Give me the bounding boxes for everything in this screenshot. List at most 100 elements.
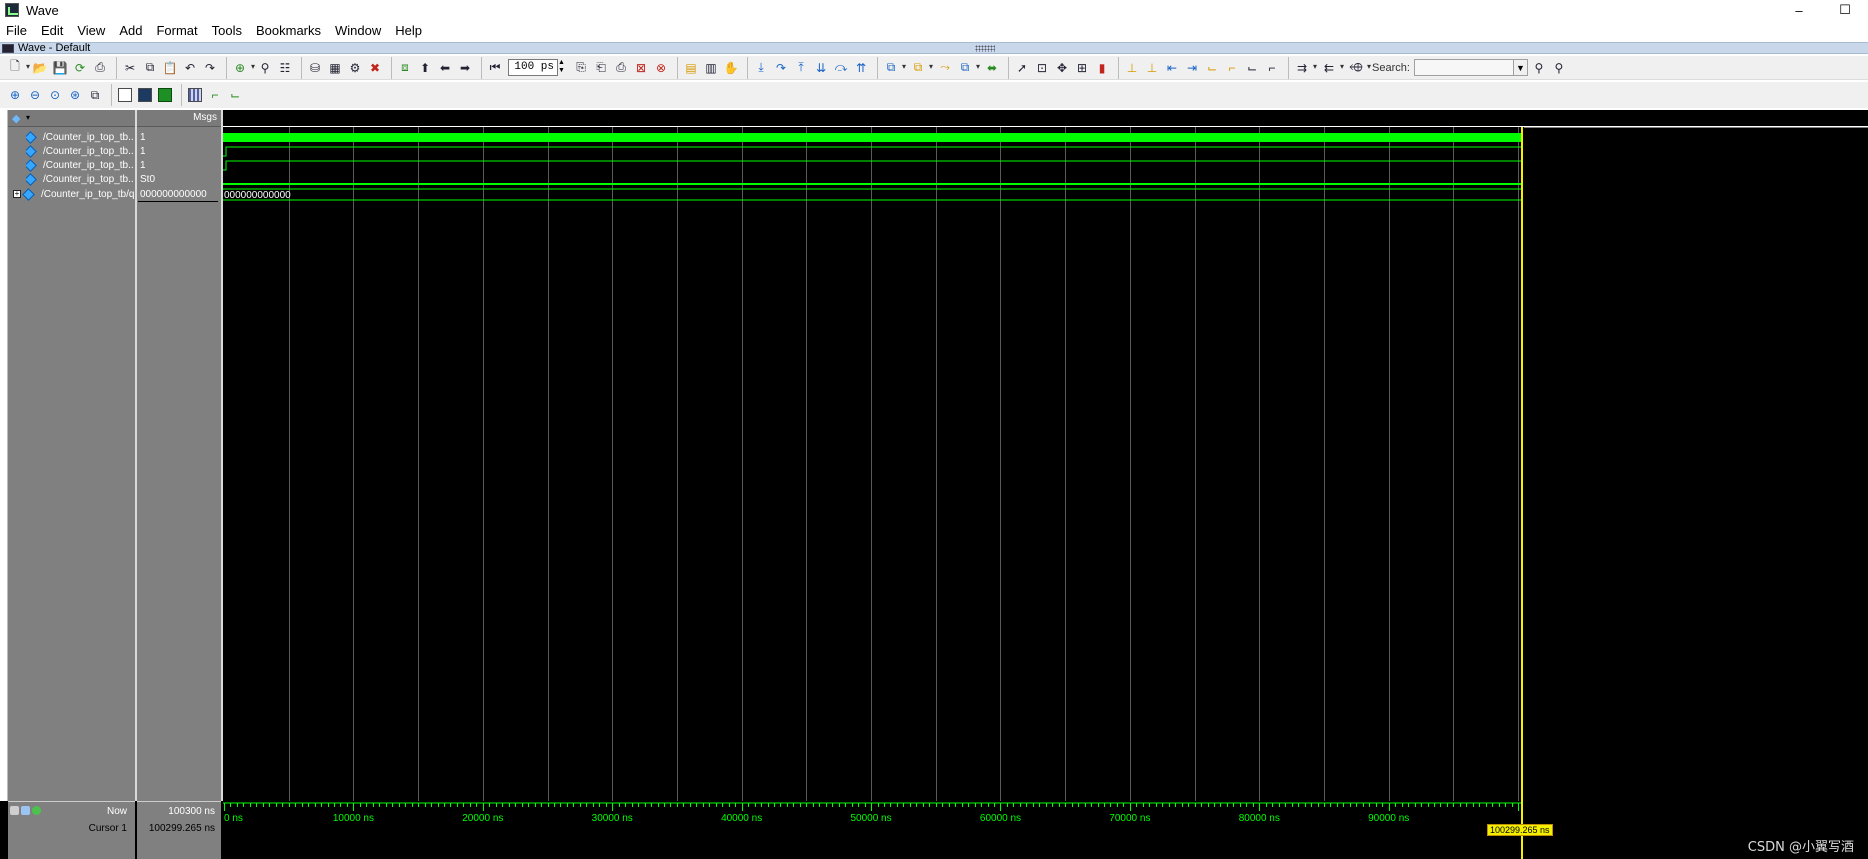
run-length-stepper[interactable]: ▲ ▼ xyxy=(558,59,567,76)
step-out-back-icon[interactable]: ⇈ xyxy=(852,59,870,77)
simulate-icon[interactable]: ⚙ xyxy=(346,59,364,77)
print-icon[interactable]: ⎙ xyxy=(91,59,109,77)
panel-drag-handle[interactable] xyxy=(975,45,995,52)
search-input[interactable] xyxy=(1413,59,1514,76)
step-out-icon[interactable]: ⤒ xyxy=(792,59,810,77)
signal-filter-icon[interactable]: ◆ xyxy=(12,112,20,125)
expand-icon[interactable]: ⧉ xyxy=(956,59,980,77)
menu-file[interactable]: File xyxy=(0,23,34,38)
search-forward-icon[interactable]: ⚲ xyxy=(1530,59,1548,77)
menu-view[interactable]: View xyxy=(70,23,112,38)
collapse-time-icon[interactable]: ⇇ xyxy=(1320,59,1344,77)
menu-add[interactable]: Add xyxy=(112,23,149,38)
next-edge-icon[interactable]: ⇥ xyxy=(1183,59,1201,77)
insert-breakpoint-icon[interactable]: ▮ xyxy=(1093,59,1111,77)
cursor-lock-icon[interactable] xyxy=(10,806,19,815)
step-over-back-icon[interactable]: ⤼ xyxy=(832,59,850,77)
menu-bookmarks[interactable]: Bookmarks xyxy=(249,23,328,38)
edit-mode-icon[interactable]: ⊞ xyxy=(1073,59,1091,77)
break-run-icon[interactable]: ⊠ xyxy=(632,59,650,77)
maximize-button[interactable]: ☐ xyxy=(1822,0,1868,20)
cursor-list-icon[interactable] xyxy=(21,806,30,815)
pan-mode-icon[interactable]: ✥ xyxy=(1053,59,1071,77)
waveform-plot[interactable]: 000000000000 xyxy=(223,127,1868,801)
menu-format[interactable]: Format xyxy=(149,23,204,38)
environment-icon[interactable]: ⧈ xyxy=(396,59,414,77)
add-cursor-icon[interactable] xyxy=(32,806,41,815)
signal-values-pane[interactable] xyxy=(137,110,221,859)
menu-edit[interactable]: Edit xyxy=(34,23,70,38)
find-binoculars-icon[interactable]: ⚲ xyxy=(256,59,274,77)
zoom-out-icon[interactable]: ⊖ xyxy=(26,86,44,104)
step-into-icon[interactable]: ⤓ xyxy=(752,59,770,77)
back-arrow-icon[interactable]: ⬅ xyxy=(436,59,454,77)
minimize-button[interactable]: – xyxy=(1776,0,1822,20)
forward-arrow-icon[interactable]: ➡ xyxy=(456,59,474,77)
zoom-mode-icon[interactable]: ⊡ xyxy=(1033,59,1051,77)
new-file-icon[interactable]: 🗋 xyxy=(6,59,30,77)
time-mode-icon[interactable]: ⬲ xyxy=(1347,59,1371,77)
signal-row[interactable]: + /Counter_ip_top_tb/q xyxy=(13,187,134,201)
reload-icon[interactable]: ⟳ xyxy=(71,59,89,77)
run-icon[interactable]: ⎘ xyxy=(572,59,590,77)
copy-icon[interactable]: ⧉ xyxy=(141,59,159,77)
paste-icon[interactable]: 📋 xyxy=(161,59,179,77)
signal-filter-dropdown-icon[interactable]: ▾ xyxy=(26,113,30,122)
find-prev-edge-icon[interactable]: ⌙ xyxy=(1203,59,1221,77)
insert-cursor-icon[interactable]: ⊥ xyxy=(1123,59,1141,77)
run-all-icon[interactable]: ⎙ xyxy=(612,59,630,77)
menu-window[interactable]: Window xyxy=(328,23,388,38)
up-arrow-icon[interactable]: ⬆ xyxy=(416,59,434,77)
open-folder-icon[interactable]: 📂 xyxy=(31,59,49,77)
signal-row[interactable]: /Counter_ip_top_tb... xyxy=(26,158,134,172)
event-format-icon[interactable] xyxy=(156,86,174,104)
hand-icon[interactable]: ✋ xyxy=(722,59,740,77)
expand-bus-icon[interactable]: + xyxy=(13,190,21,198)
stop-icon[interactable]: ⊗ xyxy=(652,59,670,77)
zoom-region-icon[interactable]: ⧉ xyxy=(86,86,104,104)
signal-row[interactable]: /Counter_ip_top_tb... xyxy=(26,144,134,158)
rising-wave-icon[interactable]: ⌐ xyxy=(206,86,224,104)
find-rising-edge-icon[interactable]: ⌐ xyxy=(1263,59,1281,77)
waveform-hatch-icon[interactable] xyxy=(186,86,204,104)
run-length-input[interactable]: 100 ps xyxy=(508,59,558,76)
add-dataflow-icon[interactable]: ⧉ xyxy=(882,59,906,77)
find-next-edge-icon[interactable]: ⌐ xyxy=(1223,59,1241,77)
collapse-tree-icon[interactable]: ☷ xyxy=(276,59,294,77)
search-backward-icon[interactable]: ⚲ xyxy=(1550,59,1568,77)
signal-row[interactable]: /Counter_ip_top_tb... xyxy=(26,172,134,186)
step-over-icon[interactable]: ↷ xyxy=(772,59,790,77)
expand-time-icon[interactable]: ⇉ xyxy=(1293,59,1317,77)
trace-icon[interactable]: ⧉ xyxy=(909,59,933,77)
signal-names-pane[interactable] xyxy=(8,110,135,859)
menu-tools[interactable]: Tools xyxy=(205,23,249,38)
menu-help[interactable]: Help xyxy=(388,23,429,38)
zoom-full-icon[interactable]: ⊙ xyxy=(46,86,64,104)
zoom-in-icon[interactable]: ⊕ xyxy=(6,86,24,104)
find-falling-edge-icon[interactable]: ⌙ xyxy=(1243,59,1261,77)
signal-row[interactable]: /Counter_ip_top_tb... xyxy=(26,130,134,144)
time-axis[interactable]: 0 ns 10000 ns 20000 ns 30000 ns 40000 ns 5000… xyxy=(223,801,1868,859)
undo-icon[interactable]: ↶ xyxy=(181,59,199,77)
compile-all-icon[interactable]: ▦ xyxy=(326,59,344,77)
names-values-splitter[interactable] xyxy=(135,110,137,859)
waveform-canvas[interactable]: 000000000000 xyxy=(223,127,1868,801)
prev-edge-icon[interactable]: ⇤ xyxy=(1163,59,1181,77)
restart-icon[interactable]: ⏮ xyxy=(486,59,504,77)
select-pointer-icon[interactable]: ➚ xyxy=(1013,59,1031,77)
falling-wave-icon[interactable]: ⌙ xyxy=(226,86,244,104)
step-into-back-icon[interactable]: ⇊ xyxy=(812,59,830,77)
cursor-time-flag[interactable]: 100299.265 ns xyxy=(1486,824,1553,836)
schematic-icon[interactable]: ⬌ xyxy=(983,59,1001,77)
save-icon[interactable]: 💾 xyxy=(51,59,69,77)
redo-icon[interactable]: ↷ xyxy=(201,59,219,77)
performance-icon[interactable]: ▤ xyxy=(682,59,700,77)
cut-icon[interactable]: ✂ xyxy=(121,59,139,77)
search-dropdown-button[interactable]: ▼ xyxy=(1513,59,1528,76)
break-icon[interactable]: ✖ xyxy=(366,59,384,77)
help-circle-icon[interactable]: ⊕ xyxy=(231,59,255,77)
compile-icon[interactable]: ⛁ xyxy=(306,59,324,77)
zoom-cursor-icon[interactable]: ⊛ xyxy=(66,86,84,104)
continue-run-icon[interactable]: ⎗ xyxy=(592,59,610,77)
logic-format-icon[interactable] xyxy=(136,86,154,104)
